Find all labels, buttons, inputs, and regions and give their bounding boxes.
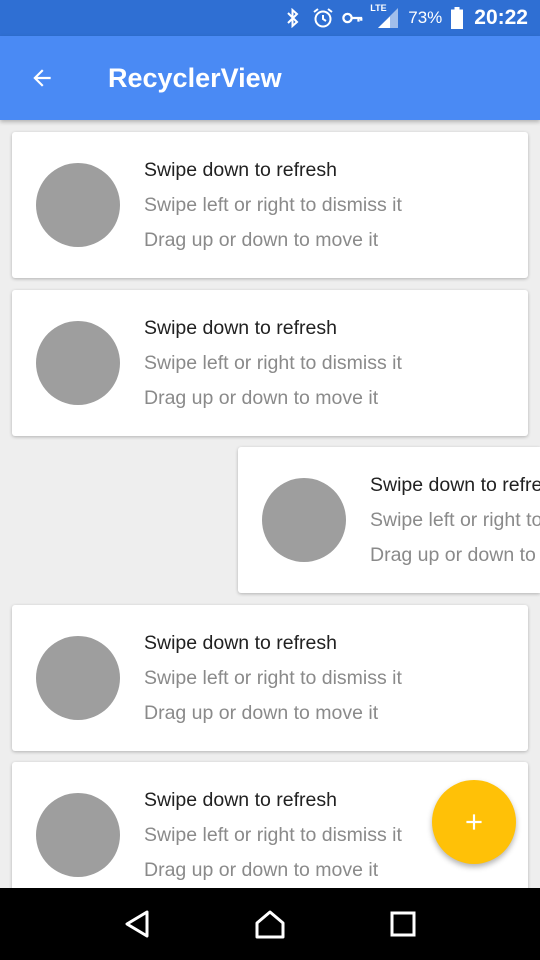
nav-back-button[interactable] [107,894,167,954]
item-subtitle: Drag up or down to move it [144,387,379,409]
nav-recents-button[interactable] [373,894,433,954]
vpn-key-icon [342,7,364,29]
lte-signal-icon: LTE [370,3,400,29]
list-item[interactable]: Swipe down to refresh Swipe left or righ… [12,290,528,436]
item-subtitle: Swipe left or right to dismiss it [370,509,540,531]
back-button[interactable] [14,50,70,106]
page-title: RecyclerView [108,62,282,93]
recycler-list[interactable]: Swipe down to refresh Swipe left or righ… [0,120,540,888]
recents-square-icon [390,911,416,937]
battery-icon [450,7,464,29]
avatar [262,478,346,562]
alarm-icon [312,7,334,29]
system-nav-bar [0,888,540,960]
item-subtitle: Swipe left or right to dismiss it [144,194,402,216]
item-subtitle: Swipe left or right to dismiss it [144,667,402,689]
status-bar: LTE 73% 20:22 [0,0,540,36]
network-label: LTE [370,3,387,13]
item-subtitle: Drag up or down to move it [144,229,379,251]
item-title: Swipe down to refresh [144,789,337,811]
clock: 20:22 [474,6,528,29]
item-title: Swipe down to refresh [144,159,337,181]
avatar [36,321,120,405]
plus-icon [466,814,482,830]
bluetooth-icon [282,7,304,29]
avatar [36,636,120,720]
back-triangle-icon [125,910,149,938]
item-subtitle: Drag up or down to move it [144,702,379,724]
item-subtitle: Drag up or down to move it [144,859,379,881]
item-title: Swipe down to refresh [370,474,540,496]
list-item[interactable]: Swipe down to refresh Swipe left or righ… [12,132,528,278]
avatar [36,793,120,877]
battery-percent: 73% [408,8,443,27]
item-subtitle: Swipe left or right to dismiss it [144,824,402,846]
item-subtitle: Drag up or down to move it [370,544,540,566]
list-item[interactable]: Swipe down to refresh Swipe left or righ… [12,605,528,751]
list-item-swiping[interactable]: Swipe down to refresh Swipe left or righ… [238,447,540,593]
add-fab-button[interactable] [432,780,516,864]
item-title: Swipe down to refresh [144,317,337,339]
nav-home-button[interactable] [240,894,300,954]
item-subtitle: Swipe left or right to dismiss it [144,352,402,374]
avatar [36,163,120,247]
item-title: Swipe down to refresh [144,632,337,654]
app-bar: RecyclerView [0,36,540,120]
home-icon [255,910,285,939]
arrow-back-icon [33,69,51,87]
